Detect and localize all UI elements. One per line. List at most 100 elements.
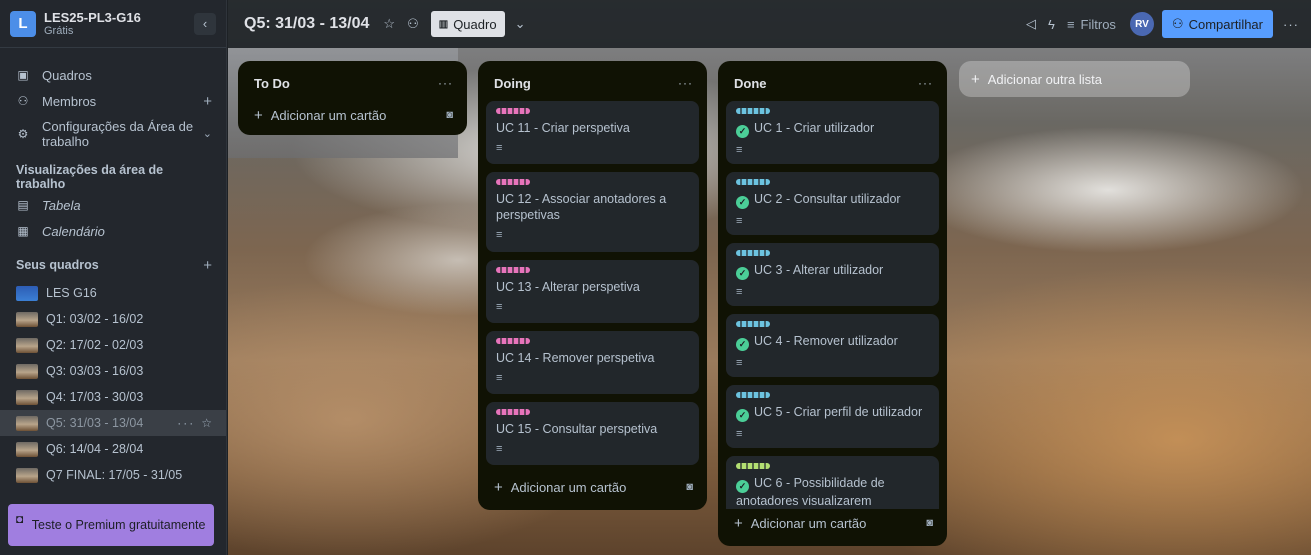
avatar[interactable]: RV (1129, 12, 1154, 36)
sidebar-board-item[interactable]: Q2: 17/02 - 02/03 (0, 332, 226, 358)
list-more-icon[interactable]: ··· (918, 76, 933, 90)
card-label-bar[interactable] (736, 321, 770, 327)
star-icon[interactable]: ☆ (201, 416, 214, 430)
add-list-button[interactable]: + Adicionar outra lista (959, 61, 1190, 97)
check-circle-icon[interactable]: ✓ (736, 266, 749, 280)
sidebar-board-item[interactable]: Q3: 03/03 - 16/03 (0, 358, 226, 384)
more-menu-icon[interactable]: ··· (1283, 17, 1299, 32)
card-label-bar[interactable] (496, 267, 530, 273)
card[interactable]: ✓ UC 1 - Criar utilizador ≡ (726, 101, 939, 164)
check-circle-icon[interactable]: ✓ (736, 479, 749, 493)
power-ups-icon[interactable]: ◁ (1026, 16, 1036, 32)
add-card-button[interactable]: + Adicionar um cartão ◙ (726, 509, 939, 537)
sidebar-item-calendario[interactable]: ▦ Calendário (0, 218, 226, 244)
add-card-button[interactable]: + Adicionar um cartão ◙ (246, 101, 459, 129)
list-title[interactable]: Done (734, 76, 918, 91)
card[interactable]: ✓ UC 5 - Criar perfil de utilizador ≡ (726, 385, 939, 448)
views-heading: Visualizações da área de trabalho (0, 162, 226, 192)
workspace-logo[interactable]: L (10, 10, 36, 37)
card-template-icon[interactable]: ◙ (446, 109, 453, 121)
sidebar-board-item-active[interactable]: Q5: 31/03 - 13/04 ··· ☆ (0, 410, 226, 436)
card[interactable]: ✓ UC 6 - Possibilidade de anotadores visu… (726, 456, 939, 509)
card-title-text: UC 1 - Criar utilizador (754, 121, 875, 135)
share-icon: ⚇ (1171, 16, 1184, 31)
sidebar-board-item[interactable]: Q1: 03/02 - 16/02 (0, 306, 226, 332)
list-more-icon[interactable]: ··· (438, 76, 453, 90)
card-title: UC 13 - Alterar perspetiva (496, 279, 689, 295)
check-circle-icon[interactable]: ✓ (736, 195, 749, 209)
board-more-icon[interactable]: ··· (177, 416, 195, 430)
card-label-bar[interactable] (736, 179, 770, 185)
add-card-label: Adicionar um cartão (750, 515, 867, 531)
card[interactable]: UC 12 - Associar anotadores a perspetiva… (486, 172, 699, 252)
sidebar-item-quadros[interactable]: ▣ Quadros (0, 62, 226, 88)
description-icon: ≡ (736, 143, 743, 156)
card-title-text: UC 14 - Remover perspetiva (496, 351, 655, 365)
add-board-icon[interactable]: + (203, 257, 212, 274)
card[interactable]: ✓ UC 2 - Consultar utilizador ≡ (726, 172, 939, 235)
collapse-sidebar-button[interactable]: ‹ (194, 12, 216, 35)
card[interactable]: UC 15 - Consultar perspetiva ≡ (486, 402, 699, 465)
plus-icon: + (254, 106, 263, 124)
sidebar-board-item[interactable]: Q7 FINAL: 17/05 - 31/05 (0, 462, 226, 488)
card-title-text: UC 5 - Criar perfil de utilizador (754, 405, 923, 419)
chevron-down-icon[interactable]: ⌄ (515, 16, 526, 32)
sidebar-board-item[interactable]: Q6: 14/04 - 28/04 (0, 436, 226, 462)
card-label-bar[interactable] (496, 108, 530, 114)
view-label: Quadro (453, 16, 497, 32)
card-label-bar[interactable] (496, 409, 530, 415)
add-member-icon[interactable]: + (203, 93, 212, 110)
card[interactable]: ✓ UC 4 - Remover utilizador ≡ (726, 314, 939, 377)
card[interactable]: UC 13 - Alterar perspetiva ≡ (486, 260, 699, 323)
sidebar-item-configuracoes[interactable]: ⚙ Configurações da Área de trabalho ⌄ (0, 114, 226, 154)
filter-icon: ≡ (1066, 16, 1075, 32)
check-circle-icon[interactable]: ✓ (736, 124, 749, 138)
sidebar-board-item[interactable]: LES G16 (0, 280, 226, 306)
sidebar-item-tabela[interactable]: ▤ Tabela (0, 192, 226, 218)
automation-icon[interactable]: ϟ (1048, 17, 1055, 32)
card-title-text: UC 11 - Criar perspetiva (496, 121, 630, 135)
board-title[interactable]: Q5: 31/03 - 13/04 (244, 15, 369, 33)
card-label-bar[interactable] (736, 250, 770, 256)
board-label: Q6: 14/04 - 28/04 (46, 442, 144, 456)
list-title[interactable]: To Do (254, 76, 438, 91)
workspace-name[interactable]: LES25-PL3-G16 (44, 10, 194, 25)
card-title-text: UC 4 - Remover utilizador (754, 334, 898, 348)
sidebar-item-label: Tabela (42, 197, 81, 213)
card-template-icon[interactable]: ◙ (926, 517, 933, 529)
star-icon[interactable]: ☆ (383, 16, 395, 32)
card-title-text: UC 2 - Consultar utilizador (754, 192, 901, 206)
description-icon: ≡ (496, 301, 503, 313)
view-switcher-button[interactable]: ▥ Quadro (430, 11, 505, 37)
card-title: ✓ UC 6 - Possibilidade de anotadores visu… (736, 475, 929, 509)
card[interactable]: ✓ UC 3 - Alterar utilizador ≡ (726, 243, 939, 306)
list-title[interactable]: Doing (494, 76, 678, 91)
chevron-down-icon[interactable]: ⌄ (203, 127, 212, 142)
add-card-button[interactable]: + Adicionar um cartão ◙ (486, 473, 699, 501)
premium-label: Teste o Premium gratuitamente (31, 517, 206, 532)
card-label-bar[interactable] (736, 108, 770, 114)
check-circle-icon[interactable]: ✓ (736, 408, 749, 422)
board-thumbnail (16, 337, 38, 353)
card[interactable]: UC 11 - Criar perspetiva ≡ (486, 101, 699, 164)
board-label: Q3: 03/03 - 16/03 (46, 364, 144, 378)
filters-button[interactable]: ≡ Filtros (1067, 17, 1116, 32)
check-circle-icon[interactable]: ✓ (736, 337, 749, 351)
card-label-bar[interactable] (496, 179, 530, 185)
sidebar-board-item[interactable]: Q4: 17/03 - 30/03 (0, 384, 226, 410)
card[interactable]: UC 14 - Remover perspetiva ≡ (486, 331, 699, 394)
add-card-label: Adicionar um cartão (510, 479, 627, 495)
card-label-bar[interactable] (736, 392, 770, 398)
card-template-icon[interactable]: ◙ (686, 481, 693, 493)
sidebar-item-label: Quadros (42, 67, 92, 83)
card-label-bar[interactable] (736, 463, 770, 469)
plus-icon: + (494, 478, 503, 496)
list-more-icon[interactable]: ··· (678, 76, 693, 90)
card-title: ✓ UC 3 - Alterar utilizador (736, 262, 929, 280)
premium-trial-button[interactable]: ◘ Teste o Premium gratuitamente (8, 504, 214, 546)
share-button[interactable]: ⚇ Compartilhar (1161, 10, 1273, 38)
card-label-bar[interactable] (496, 338, 530, 344)
sidebar-item-membros[interactable]: ⚇ Membros + (0, 88, 226, 114)
card-title: UC 15 - Consultar perspetiva (496, 421, 689, 437)
visibility-icon[interactable]: ⚇ (407, 16, 419, 32)
